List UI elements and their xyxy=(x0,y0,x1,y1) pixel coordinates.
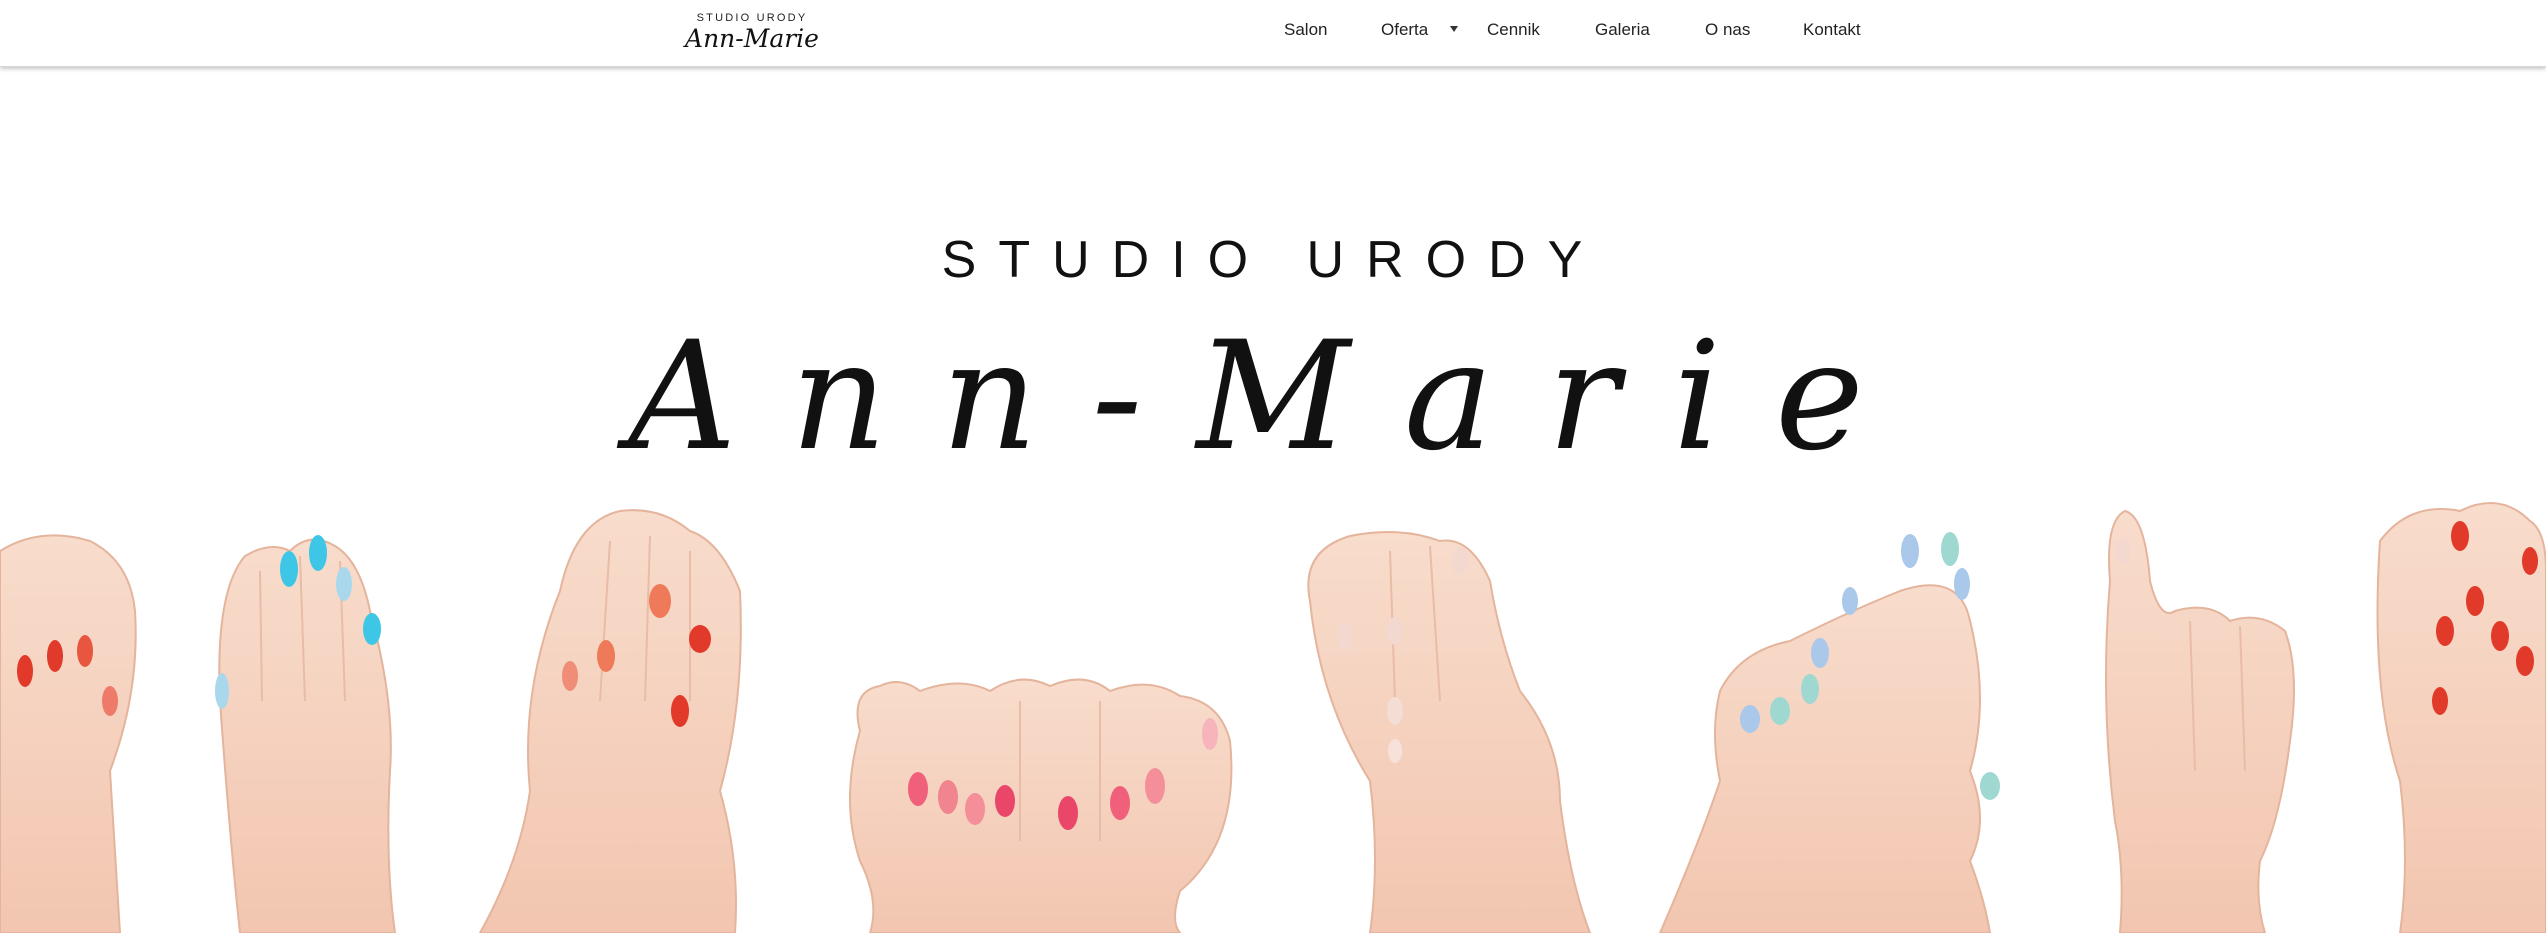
chevron-down-icon[interactable] xyxy=(1450,26,1458,32)
top-navigation-bar: STUDIO URODY Ann-Marie Salon Oferta Cenn… xyxy=(0,0,2546,67)
hero-title: STUDIO URODY xyxy=(941,231,1605,289)
nav-item-salon[interactable]: Salon xyxy=(1284,20,1327,40)
manicured-hands-image xyxy=(0,502,2546,933)
hero-banner: STUDIO URODY Ann-Marie xyxy=(0,66,2546,933)
logo-script-name: Ann-Marie xyxy=(685,24,819,53)
nav-item-galeria[interactable]: Galeria xyxy=(1595,20,1650,40)
nav-item-oferta[interactable]: Oferta xyxy=(1381,20,1428,40)
nav-item-o-nas[interactable]: O nas xyxy=(1705,20,1750,40)
logo-tagline: STUDIO URODY xyxy=(696,12,808,24)
nav-item-kontakt[interactable]: Kontakt xyxy=(1803,20,1861,40)
nav-item-cennik[interactable]: Cennik xyxy=(1487,20,1540,40)
site-logo[interactable]: STUDIO URODY Ann-Marie xyxy=(672,12,832,58)
